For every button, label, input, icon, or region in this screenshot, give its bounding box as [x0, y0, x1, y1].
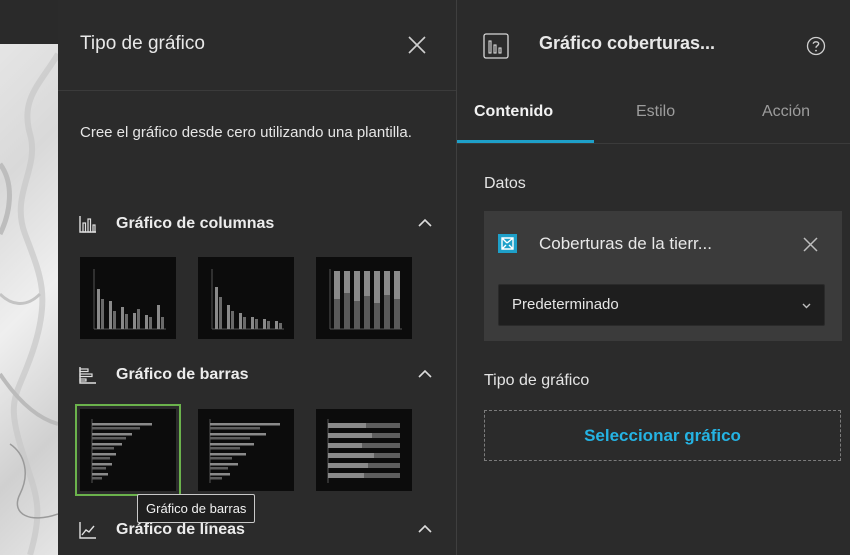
- map-background: [0, 0, 58, 555]
- section-line-chart[interactable]: Gráfico de líneas: [78, 517, 434, 543]
- section-bar-chart[interactable]: Gráfico de barras: [78, 362, 434, 388]
- map-terrain: [0, 52, 58, 555]
- tab-estilo[interactable]: Estilo: [636, 103, 675, 121]
- select-chart-button[interactable]: Seleccionar gráfico: [484, 410, 841, 461]
- section-label: Gráfico de barras: [116, 366, 249, 383]
- tooltip: Gráfico de barras: [137, 494, 256, 523]
- map-top-bar: [0, 0, 58, 44]
- data-section-title: Datos: [484, 175, 526, 192]
- chevron-down-icon: [802, 303, 811, 309]
- tab-contenido[interactable]: Contenido: [474, 103, 553, 121]
- active-tab-indicator: [457, 140, 594, 143]
- bar-chart-icon: [79, 367, 96, 384]
- remove-data-source-icon[interactable]: [802, 236, 819, 253]
- settings-tabs: Contenido Estilo Acción: [457, 103, 850, 144]
- chevron-up-icon: [418, 369, 432, 378]
- chart-type-panel: Tipo de gráfico Cree el gráfico desde ce…: [58, 0, 457, 555]
- help-icon[interactable]: [806, 36, 826, 56]
- template-column-sorted[interactable]: [198, 257, 294, 339]
- chevron-up-icon: [418, 524, 432, 533]
- section-column-chart[interactable]: Gráfico de columnas: [78, 211, 434, 237]
- template-column-clustered[interactable]: [80, 257, 176, 339]
- select-chart-label: Seleccionar gráfico: [584, 426, 741, 445]
- panel-title: Tipo de gráfico: [80, 33, 205, 54]
- section-label: Gráfico de columnas: [116, 215, 275, 232]
- line-chart-icon: [79, 522, 96, 539]
- chart-widget-icon: [483, 33, 509, 59]
- panel-description: Cree el gráfico desde cero utilizando un…: [80, 124, 412, 141]
- close-icon[interactable]: [405, 33, 429, 57]
- data-view-select[interactable]: Predeterminado: [498, 284, 825, 326]
- data-view-value: Predeterminado: [512, 296, 619, 313]
- chevron-up-icon: [418, 218, 432, 227]
- template-bar-stacked[interactable]: [316, 409, 412, 491]
- divider: [58, 90, 456, 91]
- chart-type-section-title: Tipo de gráfico: [484, 372, 590, 389]
- template-bar-clustered[interactable]: [75, 404, 181, 496]
- template-column-stacked[interactable]: [316, 257, 412, 339]
- section-label: Gráfico de líneas: [116, 521, 245, 538]
- template-bar-sorted[interactable]: [198, 409, 294, 491]
- widget-title: Gráfico coberturas...: [539, 33, 716, 53]
- data-source-card: Coberturas de la tierr... Predeterminado: [484, 211, 842, 341]
- data-source-name[interactable]: Coberturas de la tierr...: [539, 234, 712, 254]
- layer-icon: [498, 234, 517, 253]
- column-chart-icon: [79, 216, 96, 233]
- tab-accion[interactable]: Acción: [762, 103, 810, 121]
- chart-settings-panel: Gráfico coberturas... Contenido Estilo A…: [457, 0, 850, 555]
